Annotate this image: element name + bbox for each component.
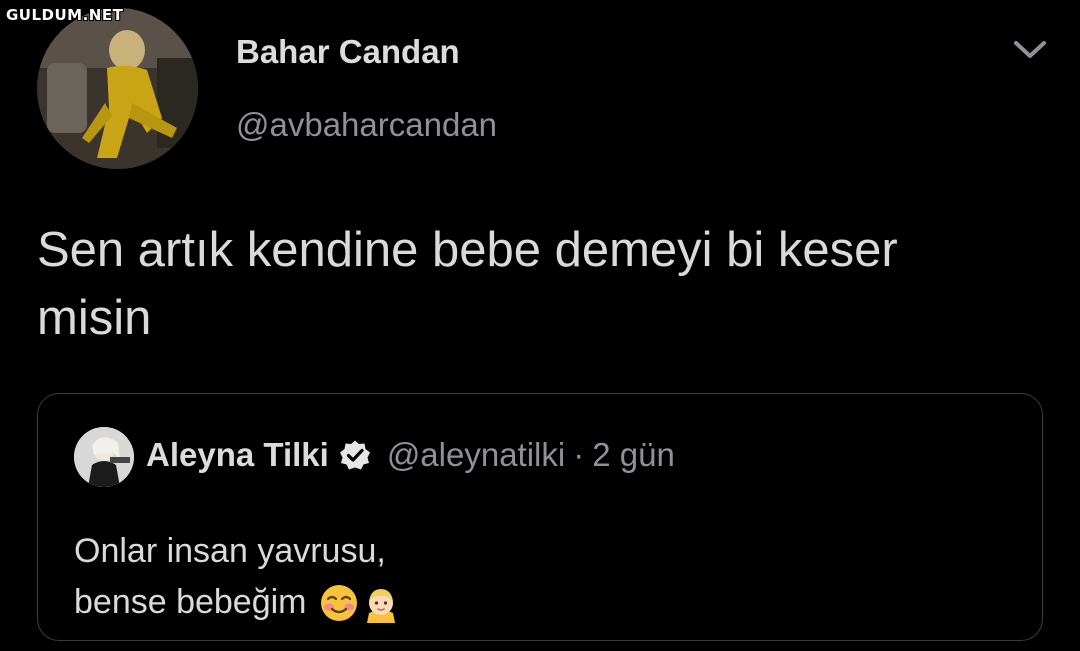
author-handle[interactable]: @avbaharcandan xyxy=(236,106,497,144)
separator-dot: · xyxy=(573,436,585,473)
watermark: GULDUM.NET xyxy=(6,6,124,24)
tweet-text: Sen artık kendine bebe demeyi bi keser m… xyxy=(37,216,1047,352)
chevron-down-icon xyxy=(1014,41,1046,58)
author-name[interactable]: Bahar Candan xyxy=(236,33,460,71)
quoted-author-avatar xyxy=(74,427,134,487)
avatar-image xyxy=(37,8,198,169)
quoted-text-line: bense bebeğim xyxy=(74,583,307,621)
verified-badge-icon xyxy=(339,440,370,470)
quoted-tweet-text: Onlar insan yavrusu, bense bebeğim xyxy=(74,526,401,628)
quoted-text-line: Onlar insan yavrusu, xyxy=(74,532,386,570)
quoted-author-name: Aleyna Tilki xyxy=(146,436,329,473)
more-options-button[interactable] xyxy=(1008,32,1052,68)
smiling-face-icon xyxy=(320,584,357,621)
avatar-image xyxy=(74,427,134,487)
author-avatar[interactable] xyxy=(37,8,198,169)
baby-icon xyxy=(366,588,395,623)
quoted-author-handle: @aleynatilki xyxy=(386,436,566,473)
tweet-text-line: Sen artık kendine bebe demeyi bi keser xyxy=(37,223,898,277)
tweet-text-line: misin xyxy=(37,291,152,345)
quoted-timestamp: 2 gün xyxy=(592,436,675,473)
quoted-tweet-card[interactable]: Aleyna Tilki @aleynatilki · 2 gün Onlar … xyxy=(37,393,1043,641)
